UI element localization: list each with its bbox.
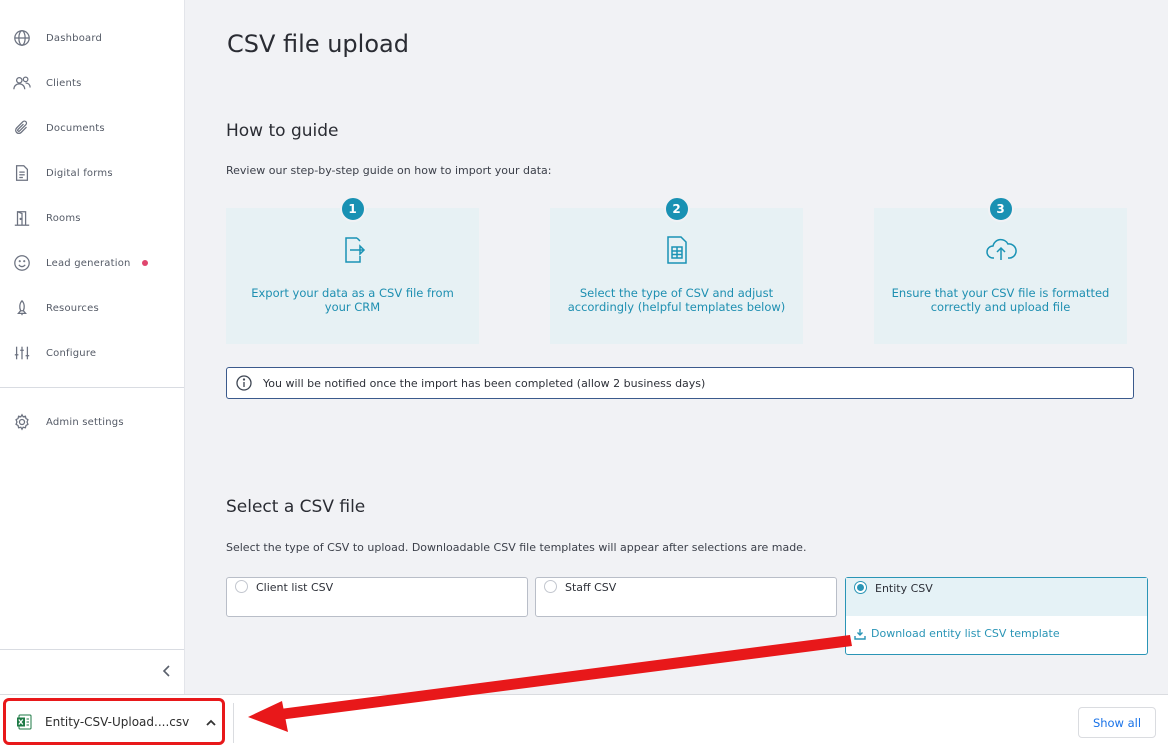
step-text: Ensure that your CSV file is formatted c… — [891, 286, 1110, 314]
users-icon — [12, 73, 32, 93]
sidebar-divider — [0, 387, 184, 388]
notification-dot — [142, 260, 148, 266]
nav-label: Dashboard — [46, 32, 103, 44]
radio-button[interactable] — [544, 580, 557, 593]
nav-label: Resources — [46, 302, 99, 314]
download-template-link[interactable]: Download entity list CSV template — [854, 627, 1060, 640]
option-label: Entity CSV — [875, 582, 933, 595]
select-heading: Select a CSV file — [226, 497, 366, 517]
nav-item-dashboard[interactable]: Dashboard — [0, 20, 184, 56]
spreadsheet-icon — [661, 234, 693, 266]
download-bar-separator — [233, 703, 234, 743]
nav-item-configure[interactable]: Configure — [0, 335, 184, 371]
step-text: Select the type of CSV and adjust accord… — [567, 286, 786, 314]
step-number: 1 — [339, 196, 366, 222]
cloud-upload-icon — [985, 234, 1017, 266]
show-all-button[interactable]: Show all — [1078, 707, 1156, 738]
guide-description: Review our step-by-step guide on how to … — [226, 164, 552, 177]
download-item[interactable]: Entity-CSV-Upload....csv — [10, 707, 222, 737]
nav-item-rooms[interactable]: Rooms — [0, 200, 184, 236]
page-title: CSV file upload — [227, 30, 409, 58]
main-content: CSV file upload How to guide Review our … — [185, 0, 1168, 694]
nav-label: Clients — [46, 77, 82, 89]
select-description: Select the type of CSV to upload. Downlo… — [226, 541, 807, 554]
form-icon — [12, 163, 32, 183]
option-label: Staff CSV — [565, 581, 617, 594]
smile-icon — [12, 253, 32, 273]
file-export-icon — [337, 234, 369, 266]
gear-icon — [12, 412, 32, 432]
paperclip-icon — [12, 118, 32, 138]
download-icon — [854, 628, 866, 640]
sliders-icon — [12, 343, 32, 363]
nav-item-clients[interactable]: Clients — [0, 65, 184, 101]
option-entity-csv-header[interactable]: Entity CSV — [846, 578, 1147, 616]
nav-item-admin-settings[interactable]: Admin settings — [0, 404, 184, 440]
step-number: 3 — [987, 196, 1014, 222]
step-card-2: 2 Select the type of CSV and adjust acco… — [550, 196, 803, 344]
option-label: Client list CSV — [256, 581, 334, 594]
globe-icon — [12, 28, 32, 48]
nav-label: Rooms — [46, 212, 81, 224]
info-icon — [236, 375, 252, 391]
info-text: You will be notified once the import has… — [263, 376, 706, 390]
rocket-icon — [12, 298, 32, 318]
excel-file-icon — [17, 714, 32, 730]
nav-item-lead-generation[interactable]: Lead generation — [0, 245, 184, 281]
nav-label: Lead generation — [46, 257, 131, 269]
info-notice: You will be notified once the import has… — [226, 367, 1134, 399]
nav-label: Admin settings — [46, 416, 124, 428]
nav-item-resources[interactable]: Resources — [0, 290, 184, 326]
download-template-label: Download entity list CSV template — [871, 627, 1060, 640]
door-icon — [12, 208, 32, 228]
chevron-up-icon[interactable] — [204, 715, 218, 729]
step-text: Export your data as a CSV file from your… — [251, 286, 454, 314]
chevron-left-icon — [162, 665, 170, 677]
nav-label: Documents — [46, 122, 105, 134]
nav-label: Digital forms — [46, 167, 113, 179]
radio-button-selected[interactable] — [854, 581, 867, 594]
nav-label: Configure — [46, 347, 97, 359]
collapse-sidebar-button[interactable] — [158, 661, 176, 681]
step-card-3: 3 Ensure that your CSV file is formatted… — [874, 196, 1127, 344]
sidebar: Dashboard Clients Documents Digital form… — [0, 0, 185, 694]
step-card-1: 1 Export your data as a CSV file from yo… — [226, 196, 479, 344]
option-client-list-csv[interactable]: Client list CSV — [226, 577, 528, 617]
guide-heading: How to guide — [226, 121, 339, 141]
sidebar-divider — [0, 649, 184, 650]
radio-button[interactable] — [235, 580, 248, 593]
option-entity-csv: Entity CSV Download entity list CSV temp… — [845, 577, 1148, 655]
step-number: 2 — [663, 196, 690, 222]
option-staff-csv[interactable]: Staff CSV — [535, 577, 837, 617]
nav-item-documents[interactable]: Documents — [0, 110, 184, 146]
download-file-name: Entity-CSV-Upload....csv — [45, 715, 190, 729]
nav-item-digital-forms[interactable]: Digital forms — [0, 155, 184, 191]
download-bar: Entity-CSV-Upload....csv Show all — [0, 694, 1168, 749]
